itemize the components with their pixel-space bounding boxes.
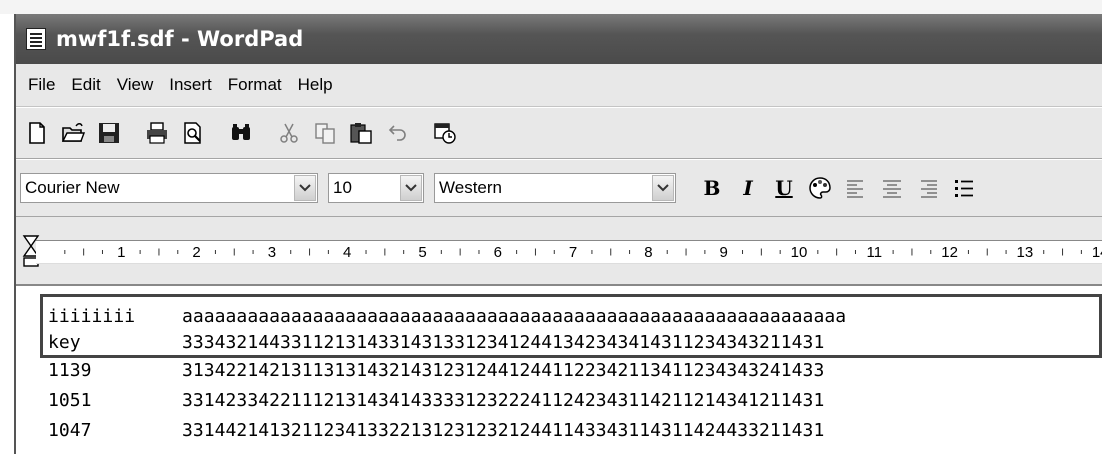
color-palette-icon[interactable]: [806, 173, 834, 203]
cut-icon[interactable]: [276, 119, 302, 147]
bold-button[interactable]: B: [698, 173, 726, 203]
wordpad-document-icon[interactable]: [26, 28, 46, 50]
align-right-icon[interactable]: [914, 173, 942, 203]
ruler-number: 3: [268, 244, 276, 261]
standard-toolbar: [16, 107, 1102, 159]
ruler-number: 9: [720, 244, 728, 261]
ruler-number: 6: [494, 244, 502, 261]
line-value: 3134221421311313143214312312441244112234…: [182, 360, 825, 381]
ruler-number: 13: [1017, 244, 1034, 261]
document-line: 1047 331442141321123413322131231232124411…: [48, 420, 824, 441]
menu-view[interactable]: View: [109, 75, 162, 95]
line-label: 1047: [48, 420, 92, 441]
menu-insert[interactable]: Insert: [161, 75, 220, 95]
font-size-value: 10: [333, 178, 352, 197]
menu-edit[interactable]: Edit: [63, 75, 108, 95]
ruler-number: 14: [1092, 244, 1102, 261]
ruler-number: 4: [343, 244, 351, 261]
ruler-scale: 1234567891011121314: [36, 240, 1102, 264]
ruler[interactable]: 1234567891011121314: [16, 230, 1102, 276]
line-value: 3314421413211234133221312312321244114334…: [182, 420, 825, 441]
document-area[interactable]: iiiiiiii aaaaaaaaaaaaaaaaaaaaaaaaaaaaaaaa…: [16, 284, 1102, 454]
line-label: 1051: [48, 390, 92, 411]
line-label: key: [48, 332, 81, 353]
document-line: iiiiiiii aaaaaaaaaaaaaaaaaaaaaaaaaaaaaaaa…: [48, 306, 846, 327]
chevron-down-icon[interactable]: [400, 175, 422, 201]
menu-help[interactable]: Help: [290, 75, 341, 95]
new-icon[interactable]: [24, 119, 50, 147]
chevron-down-icon[interactable]: [294, 175, 316, 201]
ruler-number: 7: [569, 244, 577, 261]
save-icon[interactable]: [96, 119, 122, 147]
underline-button[interactable]: U: [770, 173, 798, 203]
window-title: mwf1f.sdf - WordPad: [56, 27, 304, 51]
open-icon[interactable]: [60, 119, 86, 147]
ruler-number: 12: [941, 244, 958, 261]
bullets-icon[interactable]: [950, 173, 978, 203]
chevron-down-icon[interactable]: [652, 175, 674, 201]
line-value: 3334321443311213143314313312341244134234…: [182, 332, 825, 353]
ruler-number: 8: [644, 244, 652, 261]
paste-icon[interactable]: [348, 119, 374, 147]
line-label: iiiiiiii: [48, 306, 136, 327]
ruler-number: 1: [117, 244, 125, 261]
wordpad-window: mwf1f.sdf - WordPad File Edit View Inser…: [14, 14, 1102, 454]
document-line: 1051 331423342211121314341433331232224112…: [48, 390, 824, 411]
undo-icon[interactable]: [384, 119, 410, 147]
copy-icon[interactable]: [312, 119, 338, 147]
title-bar[interactable]: mwf1f.sdf - WordPad: [16, 14, 1102, 64]
font-name-value: Courier New: [25, 178, 120, 197]
menu-bar: File Edit View Insert Format Help: [16, 64, 1102, 107]
line-value: aaaaaaaaaaaaaaaaaaaaaaaaaaaaaaaaaaaaaaaa…: [182, 306, 847, 327]
ruler-number: 5: [418, 244, 426, 261]
print-preview-icon[interactable]: [180, 119, 206, 147]
menu-file[interactable]: File: [20, 75, 63, 95]
align-left-icon[interactable]: [842, 173, 870, 203]
font-size-combo[interactable]: 10: [328, 173, 424, 203]
ruler-number: 2: [192, 244, 200, 261]
italic-button[interactable]: I: [734, 173, 762, 203]
line-value: 3314233422111213143414333312322241124234…: [182, 390, 825, 411]
print-icon[interactable]: [144, 119, 170, 147]
align-center-icon[interactable]: [878, 173, 906, 203]
script-value: Western: [439, 178, 502, 197]
background-strip: [0, 0, 1102, 14]
ruler-number: 11: [867, 244, 883, 261]
ruler-number: 10: [791, 244, 808, 261]
script-combo[interactable]: Western: [434, 173, 676, 203]
find-icon[interactable]: [228, 119, 254, 147]
document-line: key 3334321443311213143314313312341244134…: [48, 332, 824, 353]
line-label: 1139: [48, 360, 92, 381]
document-line: 1139 313422142131131314321431231244124411…: [48, 360, 824, 381]
font-name-combo[interactable]: Courier New: [20, 173, 318, 203]
menu-format[interactable]: Format: [220, 75, 290, 95]
insert-datetime-icon[interactable]: [432, 119, 458, 147]
format-bar: Courier New 10 Western B I U: [16, 159, 1102, 217]
